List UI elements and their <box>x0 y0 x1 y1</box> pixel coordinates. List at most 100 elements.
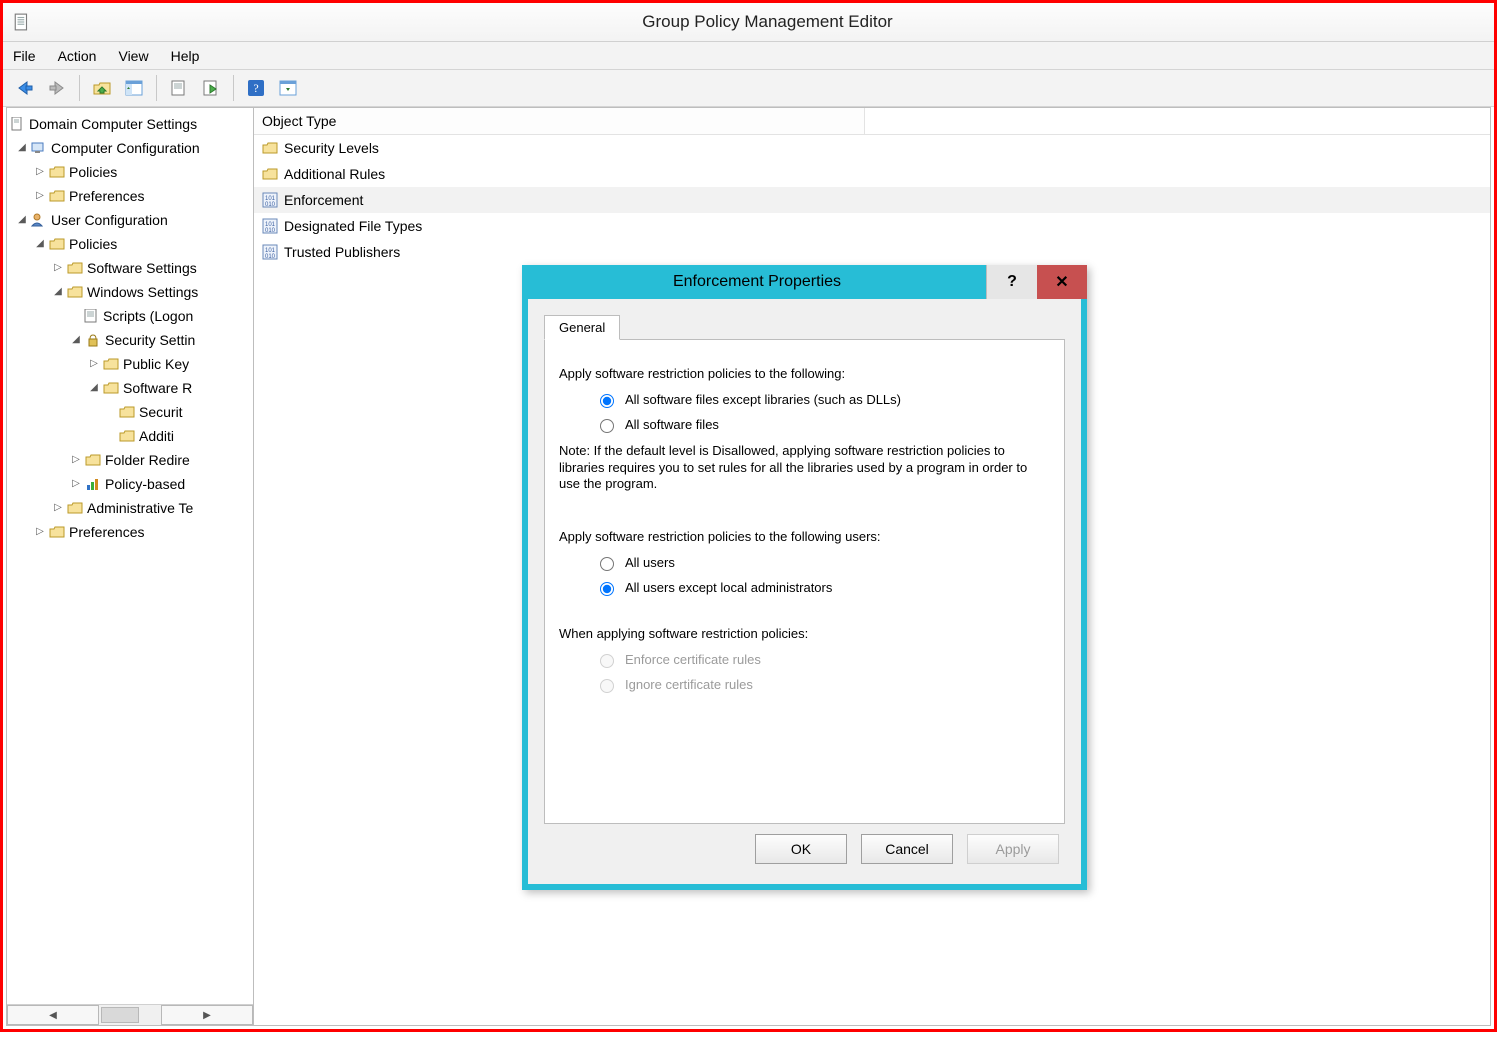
expand-icon[interactable]: ▷ <box>51 261 65 275</box>
tree-scripts[interactable]: Scripts (Logon <box>9 304 251 328</box>
expand-icon[interactable]: ▷ <box>69 477 83 491</box>
expand-icon[interactable]: ▷ <box>87 357 101 371</box>
list-rows: Security LevelsAdditional Rules101010Enf… <box>254 135 1490 265</box>
expand-icon[interactable]: ▷ <box>33 165 47 179</box>
tree-computer-configuration[interactable]: ◢ Computer Configuration <box>9 136 251 160</box>
title-bar: Group Policy Management Editor <box>3 3 1494 42</box>
tree-uc-preferences[interactable]: ▷ Preferences <box>9 520 251 544</box>
menu-help[interactable]: Help <box>171 48 200 64</box>
collapse-icon[interactable]: ◢ <box>87 381 101 395</box>
tree-root[interactable]: Domain Computer Settings <box>9 112 251 136</box>
tree-cc-preferences[interactable]: ▷ Preferences <box>9 184 251 208</box>
folder-icon <box>119 428 135 444</box>
svg-text:?: ? <box>253 81 258 95</box>
list-header[interactable]: Object Type <box>254 108 1490 135</box>
radio-input[interactable] <box>600 582 614 596</box>
radio-ignore-cert-rules: Ignore certificate rules <box>559 672 1050 697</box>
radio-label: All users except local administrators <box>625 580 832 595</box>
folder-icon <box>119 404 135 420</box>
tree-label: Administrative Te <box>87 496 193 520</box>
expand-icon[interactable]: ▷ <box>33 525 47 539</box>
show-actions-button[interactable] <box>274 74 302 102</box>
tree-label: Software Settings <box>87 256 197 280</box>
user-icon <box>31 212 47 228</box>
radio-all-software-files[interactable]: All software files <box>559 412 1050 437</box>
tree-label: Policies <box>69 160 117 184</box>
radio-input[interactable] <box>600 557 614 571</box>
radio-files-except-libraries[interactable]: All software files except libraries (suc… <box>559 387 1050 412</box>
tree-label: Policy-based <box>105 472 185 496</box>
dialog-tabstrip: General <box>544 311 1065 340</box>
tree-public-key[interactable]: ▷ Public Key <box>9 352 251 376</box>
cancel-button[interactable]: Cancel <box>861 834 953 864</box>
collapse-icon[interactable]: ◢ <box>15 141 29 155</box>
nav-forward-button[interactable] <box>43 74 71 102</box>
tab-general[interactable]: General <box>544 315 620 340</box>
tree-software-restriction[interactable]: ◢ Software R <box>9 376 251 400</box>
expand-icon[interactable]: ▷ <box>51 501 65 515</box>
tree-policy-based[interactable]: ▷ Policy-based <box>9 472 251 496</box>
up-level-button[interactable] <box>88 74 116 102</box>
tree-sr-additional-rules[interactable]: Additi <box>9 424 251 448</box>
scroll-right-button[interactable]: ▶ <box>161 1005 253 1025</box>
dialog-title-bar[interactable]: Enforcement Properties ? ✕ <box>522 265 1087 299</box>
list-row[interactable]: 101010Enforcement <box>254 187 1490 213</box>
column-object-type[interactable]: Object Type <box>254 108 865 134</box>
collapse-icon[interactable]: ◢ <box>15 213 29 227</box>
tree-admin-templates[interactable]: ▷ Administrative Te <box>9 496 251 520</box>
radio-all-users[interactable]: All users <box>559 550 1050 575</box>
folder-open-icon <box>103 380 119 396</box>
collapse-icon[interactable]: ◢ <box>51 285 65 299</box>
folder-icon <box>103 356 119 372</box>
menu-view[interactable]: View <box>118 48 148 64</box>
tree-uc-policies[interactable]: ◢ Policies <box>9 232 251 256</box>
tree-software-settings[interactable]: ▷ Software Settings <box>9 256 251 280</box>
tree-security-settings[interactable]: ◢ Security Settin <box>9 328 251 352</box>
radio-enforce-cert-rules: Enforce certificate rules <box>559 647 1050 672</box>
policy-icon: 101010 <box>262 244 278 260</box>
folder-icon <box>49 188 65 204</box>
folder-open-icon <box>67 284 83 300</box>
menu-action[interactable]: Action <box>58 48 97 64</box>
tree-user-configuration[interactable]: ◢ User Configuration <box>9 208 251 232</box>
menu-bar: File Action View Help <box>3 42 1494 70</box>
enforcement-properties-dialog: Enforcement Properties ? ✕ General Apply… <box>522 265 1087 890</box>
radio-input[interactable] <box>600 394 614 408</box>
list-row[interactable]: 101010Trusted Publishers <box>254 239 1490 265</box>
collapse-icon[interactable]: ◢ <box>69 333 83 347</box>
svg-text:010: 010 <box>265 254 276 260</box>
tree-label: Scripts (Logon <box>103 304 193 328</box>
tree-sr-security-levels[interactable]: Securit <box>9 400 251 424</box>
dialog-help-button[interactable]: ? <box>986 265 1037 299</box>
expand-icon[interactable]: ▷ <box>33 189 47 203</box>
nav-back-button[interactable] <box>11 74 39 102</box>
help-button[interactable]: ? <box>242 74 270 102</box>
list-row[interactable]: Security Levels <box>254 135 1490 161</box>
show-hide-tree-button[interactable] <box>120 74 148 102</box>
radio-all-users-except-admins[interactable]: All users except local administrators <box>559 575 1050 600</box>
radio-label: All users <box>625 555 675 570</box>
expand-icon[interactable]: ▷ <box>69 453 83 467</box>
dialog-close-button[interactable]: ✕ <box>1037 265 1087 299</box>
radio-input[interactable] <box>600 419 614 433</box>
apply-to-users-label: Apply software restriction policies to t… <box>559 529 1050 544</box>
collapse-icon[interactable]: ◢ <box>33 237 47 251</box>
scroll-left-button[interactable]: ◀ <box>7 1005 99 1025</box>
tree-windows-settings[interactable]: ◢ Windows Settings <box>9 280 251 304</box>
policy-tree[interactable]: Domain Computer Settings ◢ Computer Conf… <box>7 108 253 1004</box>
folder-icon <box>67 500 83 516</box>
folder-icon <box>67 260 83 276</box>
ok-button[interactable]: OK <box>755 834 847 864</box>
tree-h-scrollbar[interactable]: ◀ ▶ <box>7 1004 253 1025</box>
tree-label: Security Settin <box>105 328 195 352</box>
list-row[interactable]: Additional Rules <box>254 161 1490 187</box>
tree-cc-policies[interactable]: ▷ Policies <box>9 160 251 184</box>
tree-folder-redirection[interactable]: ▷ Folder Redire <box>9 448 251 472</box>
menu-file[interactable]: File <box>13 48 36 64</box>
properties-button[interactable] <box>165 74 193 102</box>
tab-general-pane: Apply software restriction policies to t… <box>544 340 1065 824</box>
scroll-thumb[interactable] <box>101 1007 139 1023</box>
export-list-button[interactable] <box>197 74 225 102</box>
list-row[interactable]: 101010Designated File Types <box>254 213 1490 239</box>
list-row-label: Enforcement <box>284 192 363 208</box>
